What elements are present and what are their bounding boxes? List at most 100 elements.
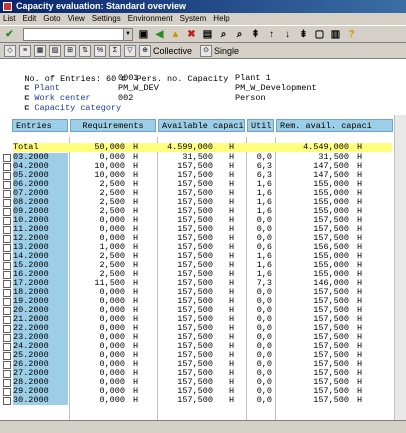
detail-icon[interactable]: ◇: [4, 44, 16, 57]
find-next-icon[interactable]: ⌕: [233, 28, 246, 41]
table-row[interactable]: 17.2000 11,500 H 157,500 H 7,3 146,000 H: [0, 279, 406, 288]
table-row[interactable]: 15.2000 2,500 H 157,500 H 1,6 155,000 H: [0, 261, 406, 270]
cancel-icon[interactable]: ✖: [185, 28, 198, 41]
col-header-util[interactable]: Util.: [247, 119, 274, 132]
table-row[interactable]: 27.2000 0,000 H 157,500 H 0,0 157,500 H: [0, 369, 406, 378]
table-row[interactable]: 18.2000 0,000 H 157,500 H 0,0 157,500 H: [0, 288, 406, 297]
first-page-icon[interactable]: ⇞: [249, 28, 262, 41]
row-select-checkbox[interactable]: [3, 289, 11, 297]
list-icon[interactable]: ≡: [19, 44, 31, 57]
menu-system[interactable]: System: [180, 13, 207, 25]
table-row[interactable]: 13.2000 1,000 H 157,500 H 0,6 156,500 H: [0, 243, 406, 252]
row-select-checkbox[interactable]: [3, 307, 11, 315]
overview-icon[interactable]: ▦: [34, 44, 46, 57]
collective-button[interactable]: ⊕ Collective: [139, 44, 192, 57]
table-row[interactable]: 06.2000 2,500 H 157,500 H 1,6 155,000 H: [0, 180, 406, 189]
table-row[interactable]: 09.2000 2,500 H 157,500 H 1,6 155,000 H: [0, 207, 406, 216]
table-row[interactable]: 23.2000 0,000 H 157,500 H 0,0 157,500 H: [0, 333, 406, 342]
graphic-icon[interactable]: ▨: [49, 44, 61, 57]
print-icon[interactable]: ▤: [201, 28, 214, 41]
table-row[interactable]: 11.2000 0,000 H 157,500 H 0,0 157,500 H: [0, 225, 406, 234]
menu-goto[interactable]: Goto: [43, 13, 60, 25]
row-select-checkbox[interactable]: [3, 190, 11, 198]
row-select-checkbox[interactable]: [3, 163, 11, 171]
table-row[interactable]: 10.2000 0,000 H 157,500 H 0,0 157,500 H: [0, 216, 406, 225]
row-select-checkbox[interactable]: [3, 208, 11, 216]
table-row[interactable]: 08.2000 2,500 H 157,500 H 1,6 155,000 H: [0, 198, 406, 207]
table-row[interactable]: 26.2000 0,000 H 157,500 H 0,0 157,500 H: [0, 360, 406, 369]
help-icon[interactable]: ?: [345, 28, 358, 41]
table-row[interactable]: 04.2000 10,000 H 157,500 H 6,3 147,500 H: [0, 162, 406, 171]
col-header-requirements[interactable]: Requirements: [70, 119, 156, 132]
single-button[interactable]: ⊙ Single: [200, 44, 239, 57]
table-row[interactable]: 19.2000 0,000 H 157,500 H 0,0 157,500 H: [0, 297, 406, 306]
filter-icon[interactable]: ▽: [124, 44, 136, 57]
table-row[interactable]: 14.2000 2,500 H 157,500 H 1,6 155,000 H: [0, 252, 406, 261]
table-row[interactable]: 07.2000 2,500 H 157,500 H 1,6 155,000 H: [0, 189, 406, 198]
menu-edit[interactable]: Edit: [22, 13, 36, 25]
table-row[interactable]: 12.2000 0,000 H 157,500 H 0,0 157,500 H: [0, 234, 406, 243]
table-row[interactable]: 05.2000 10,000 H 157,500 H 6,3 147,500 H: [0, 171, 406, 180]
row-select-checkbox[interactable]: [3, 397, 11, 405]
total-row[interactable]: Total 50,000 H 4.599,000 H 4.549,000 H: [0, 143, 406, 152]
table-row[interactable]: 25.2000 0,000 H 157,500 H 0,0 157,500 H: [0, 351, 406, 360]
find-icon[interactable]: ⌕: [217, 28, 230, 41]
row-select-checkbox[interactable]: [3, 334, 11, 342]
menu-view[interactable]: View: [68, 13, 85, 25]
table-row[interactable]: 30.2000 0,000 H 157,500 H 0,0 157,500 H: [0, 396, 406, 405]
menu-environment[interactable]: Environment: [128, 13, 173, 25]
table-row[interactable]: 28.2000 0,000 H 157,500 H 0,0 157,500 H: [0, 378, 406, 387]
row-select-checkbox[interactable]: [3, 280, 11, 288]
table-row[interactable]: 03.2000 0,000 H 31,500 H 0,0 31,500 H: [0, 153, 406, 162]
menu-settings[interactable]: Settings: [92, 13, 121, 25]
col-header-available[interactable]: Available capacity: [158, 119, 245, 132]
row-select-checkbox[interactable]: [3, 244, 11, 252]
exit-icon[interactable]: ▲: [169, 28, 182, 41]
back-icon[interactable]: ◀: [153, 28, 166, 41]
next-page-icon[interactable]: ↓: [281, 28, 294, 41]
command-field[interactable]: ▼: [23, 27, 133, 41]
row-select-checkbox[interactable]: [3, 343, 11, 351]
row-select-checkbox[interactable]: [3, 370, 11, 378]
row-select-checkbox[interactable]: [3, 271, 11, 279]
row-select-checkbox[interactable]: [3, 226, 11, 234]
percent-icon[interactable]: %: [94, 44, 106, 57]
table-row[interactable]: 29.2000 0,000 H 157,500 H 0,0 157,500 H: [0, 387, 406, 396]
sort-icon[interactable]: ⇅: [79, 44, 91, 57]
row-select-checkbox[interactable]: [3, 154, 11, 162]
row-select-checkbox[interactable]: [3, 361, 11, 369]
save-icon[interactable]: ▣: [137, 28, 150, 41]
table-row[interactable]: 21.2000 0,000 H 157,500 H 0,0 157,500 H: [0, 315, 406, 324]
row-select-checkbox[interactable]: [3, 388, 11, 396]
row-select-checkbox[interactable]: [3, 316, 11, 324]
row-select-checkbox[interactable]: [3, 172, 11, 180]
vertical-scrollbar[interactable]: [394, 115, 406, 420]
previous-page-icon[interactable]: ↑: [265, 28, 278, 41]
col-header-remaining[interactable]: Rem. avail. capaci: [276, 119, 393, 132]
row-select-checkbox[interactable]: [3, 253, 11, 261]
row-select-checkbox[interactable]: [3, 298, 11, 306]
row-select-checkbox[interactable]: [3, 181, 11, 189]
util-cell: 7,3: [256, 279, 272, 288]
table-row[interactable]: 24.2000 0,000 H 157,500 H 0,0 157,500 H: [0, 342, 406, 351]
row-select-checkbox[interactable]: [3, 199, 11, 207]
row-select-checkbox[interactable]: [3, 217, 11, 225]
enter-checkmark-icon[interactable]: ✔: [3, 28, 16, 41]
menu-help[interactable]: Help: [213, 13, 229, 25]
create-session-icon[interactable]: ▢: [313, 28, 326, 41]
row-select-checkbox[interactable]: [3, 235, 11, 243]
shortcut-icon[interactable]: ▥: [329, 28, 342, 41]
row-select-checkbox[interactable]: [3, 379, 11, 387]
row-select-checkbox[interactable]: [3, 325, 11, 333]
command-dropdown-icon[interactable]: ▼: [123, 28, 132, 40]
col-header-entries[interactable]: Entries: [12, 119, 68, 132]
row-select-checkbox[interactable]: [3, 352, 11, 360]
table-row[interactable]: 20.2000 0,000 H 157,500 H 0,0 157,500 H: [0, 306, 406, 315]
hierarchy-icon[interactable]: ⊞: [64, 44, 76, 57]
sum-icon[interactable]: Σ: [109, 44, 121, 57]
table-row[interactable]: 22.2000 0,000 H 157,500 H 0,0 157,500 H: [0, 324, 406, 333]
menu-list[interactable]: List: [3, 13, 15, 25]
table-row[interactable]: 16.2000 2,500 H 157,500 H 1,6 155,000 H: [0, 270, 406, 279]
row-select-checkbox[interactable]: [3, 262, 11, 270]
last-page-icon[interactable]: ⇟: [297, 28, 310, 41]
